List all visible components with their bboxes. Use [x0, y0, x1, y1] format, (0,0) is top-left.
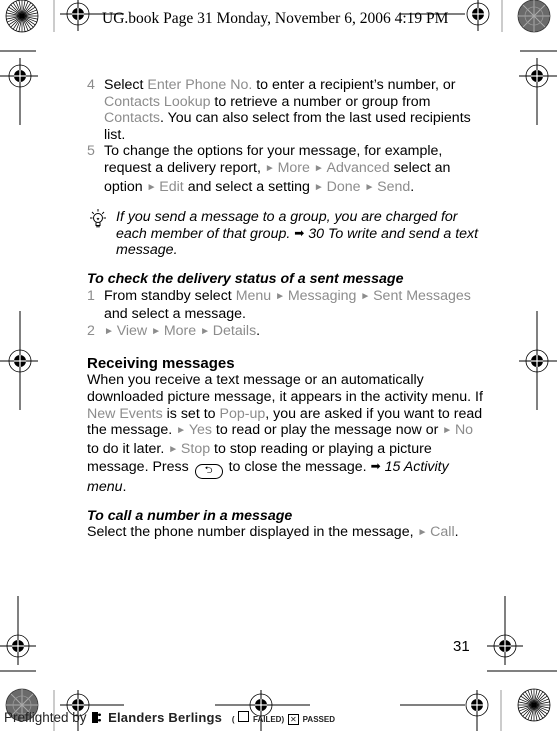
menu-item-reference: Details — [212, 322, 257, 339]
body-text: . — [256, 322, 261, 339]
menu-item-reference: New Events — [87, 405, 163, 422]
passed-checkbox: ✕ — [287, 714, 299, 725]
delivery-status-heading: To check the delivery status of a sent m… — [87, 270, 404, 287]
back-key-icon: ⮌ — [194, 464, 223, 480]
step-number: 1 — [87, 287, 95, 304]
menu-item-reference: Stop — [180, 440, 211, 457]
menu-item-reference: Enter Phone No. — [147, 77, 253, 93]
preflight-stamp: Preflighted by Elanders Berlings ( FAILE… — [4, 710, 335, 725]
menu-item-reference: Call — [430, 524, 455, 541]
step-number: 4 — [87, 77, 95, 93]
body-text: Select the phone number displayed in the… — [87, 524, 418, 541]
step-text: ► View ► More ► Details. — [104, 323, 260, 339]
body-text: is set to — [162, 405, 220, 422]
select-arrow-icon: ► — [146, 181, 160, 193]
select-arrow-icon: ► — [151, 325, 164, 337]
menu-item-reference: Menu — [235, 287, 272, 304]
body-text: Select — [104, 77, 148, 93]
print-slug: UG.book Page 31 Monday, November 6, 2006… — [102, 10, 449, 27]
select-arrow-icon: ► — [264, 162, 278, 174]
registration-mark-bottom-right — [400, 690, 489, 731]
body-text: and select a message. — [104, 306, 246, 323]
select-arrow-icon: ► — [176, 425, 189, 437]
select-arrow-icon: ► — [313, 162, 327, 174]
body-text: . — [122, 479, 127, 496]
failed-label: FAILED — [253, 715, 282, 724]
body-text: to retrieve a number or group from — [210, 93, 431, 110]
body-text: . — [454, 524, 459, 541]
body-text: When you receive a text message or an au… — [87, 372, 483, 405]
menu-item-reference: No — [454, 422, 474, 439]
step-item: 1 From standby select Menu ► Messaging ►… — [87, 288, 487, 323]
select-arrow-icon: ► — [364, 181, 378, 193]
step-number: 5 — [87, 143, 95, 160]
body-text: . — [410, 178, 415, 195]
step-text: Select Enter Phone No. to enter a recipi… — [104, 77, 471, 143]
select-arrow-icon: ► — [360, 290, 374, 302]
page-number: 31 — [453, 638, 470, 655]
menu-item-reference: Messaging — [287, 287, 357, 304]
tip-note: If you send a message to a group, you ar… — [87, 209, 487, 259]
body-text: to close the message. — [224, 459, 371, 476]
registration-mark-right-upper — [519, 50, 557, 125]
select-arrow-icon: ► — [275, 290, 288, 302]
reference-arrow-icon: ➡ — [294, 225, 305, 240]
select-arrow-icon: ► — [313, 181, 327, 193]
registration-mark-left-upper — [0, 50, 38, 125]
failed-checkbox — [238, 711, 250, 722]
select-arrow-icon: ► — [104, 325, 117, 337]
step-text: To change the options for your message, … — [104, 143, 450, 194]
menu-item-reference: Done — [326, 178, 361, 195]
select-arrow-icon: ► — [417, 527, 431, 539]
star-target-top-left — [5, 0, 39, 33]
menu-item-reference: Contacts — [104, 110, 160, 127]
grey-target-top-right — [517, 0, 551, 33]
passed-label: PASSED — [302, 715, 335, 724]
menu-item-reference: More — [163, 322, 197, 339]
registration-mark-right-lower — [487, 596, 557, 672]
receiving-messages-text: When you receive a text message or an au… — [87, 372, 487, 496]
registration-mark-left-middle — [0, 311, 38, 410]
preflight-prefix: Preflighted by — [4, 710, 87, 725]
body-text: to read or play the message now or — [211, 422, 443, 439]
call-number-heading: To call a number in a message — [87, 507, 293, 524]
menu-item-reference: More — [277, 159, 310, 176]
reference-arrow-icon: ➡ — [370, 459, 381, 474]
menu-item-reference: Contacts Lookup — [104, 93, 211, 110]
body-text: and select a setting — [183, 178, 314, 195]
preflight-brand: Elanders Berlings — [108, 710, 223, 725]
lightbulb-icon — [90, 209, 106, 228]
step-item: 4 Select Enter Phone No. to enter a reci… — [87, 77, 487, 143]
menu-item-reference: Send — [377, 178, 411, 195]
body-text: to enter a recipient’s number, or — [252, 77, 456, 93]
select-arrow-icon: ► — [442, 425, 455, 437]
menu-item-reference: Edit — [159, 178, 184, 195]
select-arrow-icon: ► — [200, 325, 213, 337]
registration-mark-left-lower — [0, 596, 36, 672]
receiving-messages-heading: Receiving messages — [87, 355, 235, 373]
select-arrow-icon: ► — [168, 443, 181, 455]
page-content: 4 Select Enter Phone No. to enter a reci… — [87, 77, 487, 543]
delivery-steps: 1 From standby select Menu ► Messaging ►… — [87, 288, 487, 342]
call-number-text: Select the phone number displayed in the… — [87, 524, 487, 543]
menu-item-reference: View — [116, 322, 148, 339]
step-text: From standby select Menu ► Messaging ► S… — [104, 288, 471, 323]
menu-item-reference: Advanced — [326, 159, 390, 176]
step-item: 5 To change the options for your message… — [87, 143, 487, 197]
star-target-bottom-right — [517, 688, 551, 722]
step-item: 2 ► View ► More ► Details. — [87, 323, 487, 342]
step-number: 2 — [87, 322, 95, 339]
elanders-logo-dots-icon — [98, 712, 102, 723]
menu-item-reference: Sent Messages — [373, 287, 471, 304]
menu-item-reference: Pop-up — [219, 405, 266, 422]
body-text: to do it later. — [87, 440, 169, 457]
steps-list-a: 4 Select Enter Phone No. to enter a reci… — [87, 77, 487, 197]
registration-mark-right-middle — [519, 311, 557, 410]
menu-item-reference: Yes — [188, 422, 212, 439]
body-text: From standby select — [104, 287, 236, 304]
